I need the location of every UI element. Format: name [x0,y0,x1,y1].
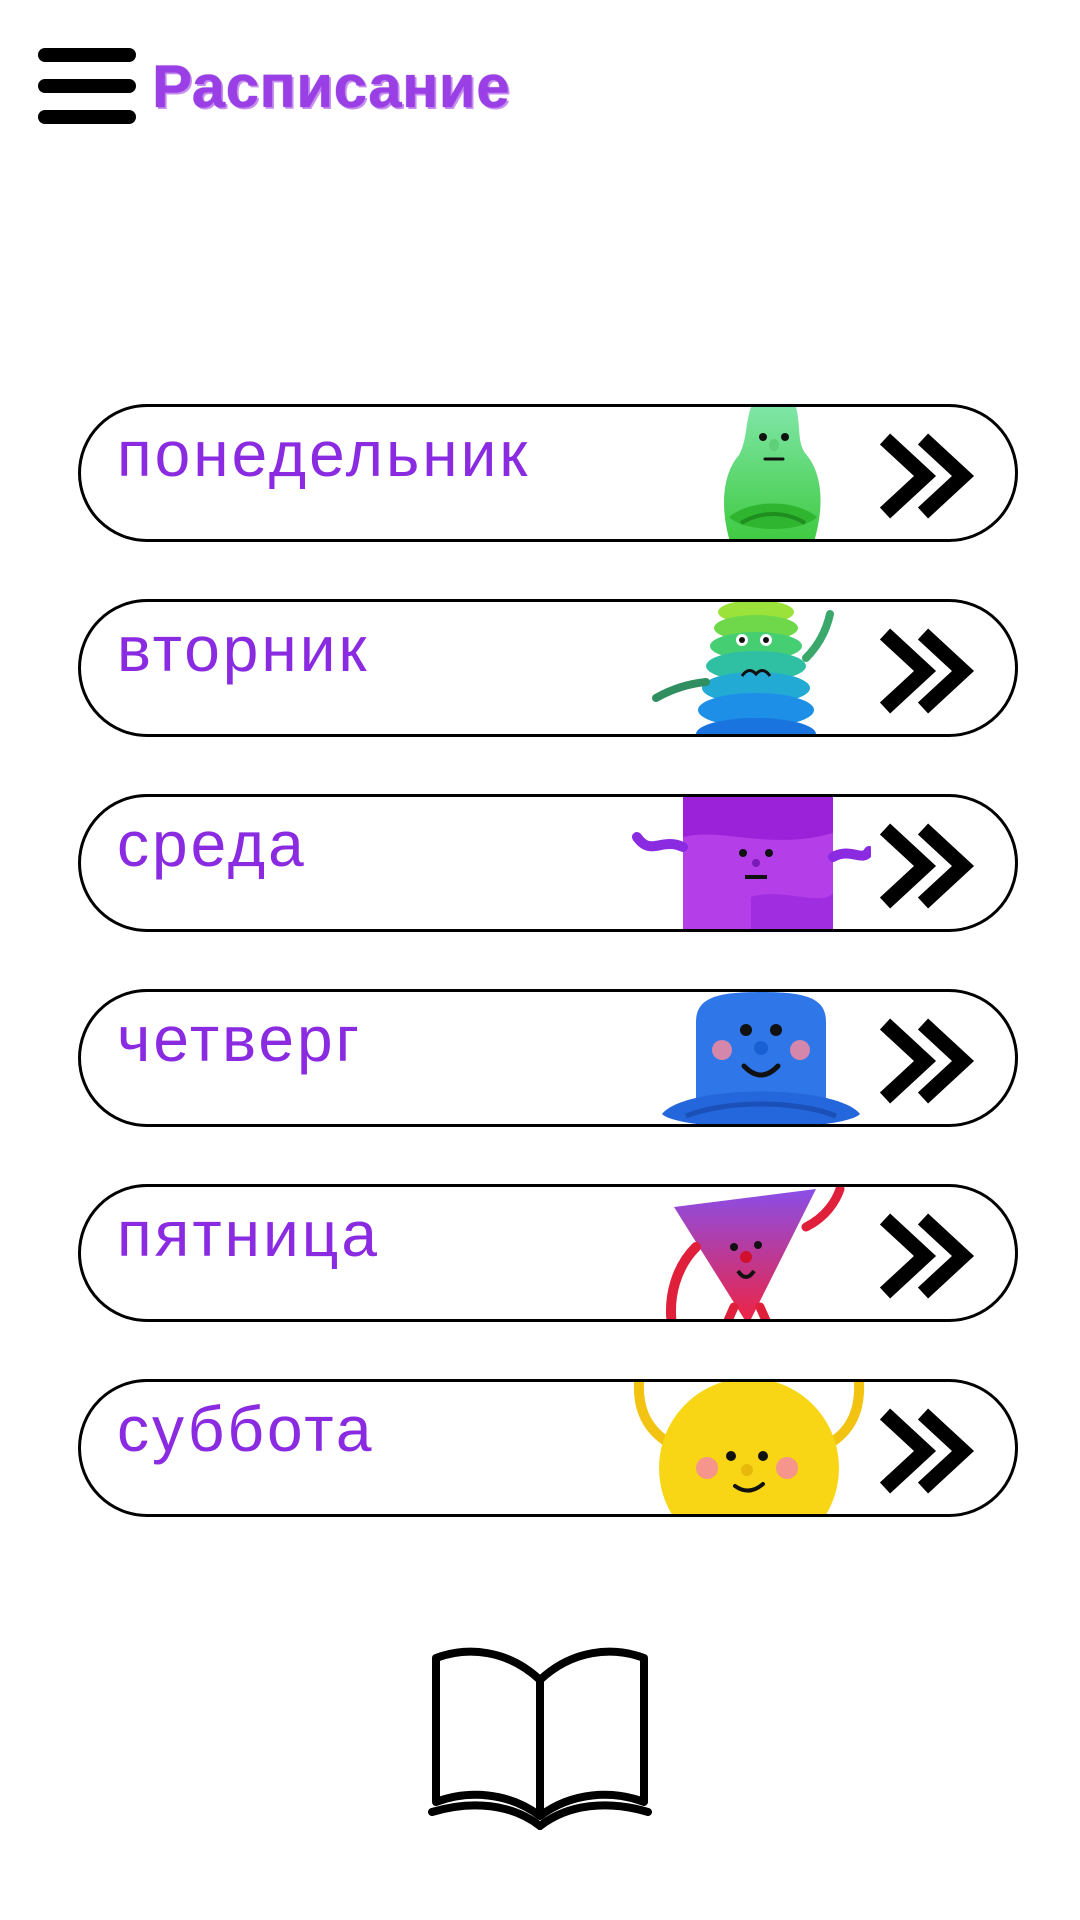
chevron-double-right-icon [879,823,975,909]
open-book-icon[interactable] [428,1640,652,1830]
day-button-monday[interactable]: понедельник [78,404,1018,542]
chevron-double-right-icon [879,628,975,714]
purple-block-mascot [632,797,871,929]
day-label: суббота [117,1393,375,1465]
chevron-double-right-icon [879,1408,975,1494]
day-button-friday[interactable]: пятница [78,1184,1018,1322]
red-cone-mascot [666,1187,845,1319]
app-screen: Расписание понедельник вторник среда чет… [0,0,1080,1920]
day-button-wednesday[interactable]: среда [78,794,1018,932]
chevron-double-right-icon [879,433,975,519]
hamburger-menu-icon[interactable] [38,48,136,124]
blue-blob-mascot [662,992,860,1124]
ring-stack-mascot [652,602,834,734]
day-button-thursday[interactable]: четверг [78,989,1018,1127]
page-title: Расписание [152,52,511,120]
yellow-ball-mascot [633,1382,865,1514]
day-label: среда [117,808,307,880]
green-pear-mascot [724,407,821,539]
day-button-saturday[interactable]: суббота [78,1379,1018,1517]
day-label: пятница [117,1198,380,1270]
day-label: вторник [117,613,370,685]
header: Расписание [38,48,510,124]
day-button-tuesday[interactable]: вторник [78,599,1018,737]
day-label: четверг [117,1003,362,1075]
day-label: понедельник [117,418,531,490]
chevron-double-right-icon [879,1018,975,1104]
chevron-double-right-icon [879,1213,975,1299]
day-list: понедельник вторник среда четверг пятниц… [78,404,1018,1574]
